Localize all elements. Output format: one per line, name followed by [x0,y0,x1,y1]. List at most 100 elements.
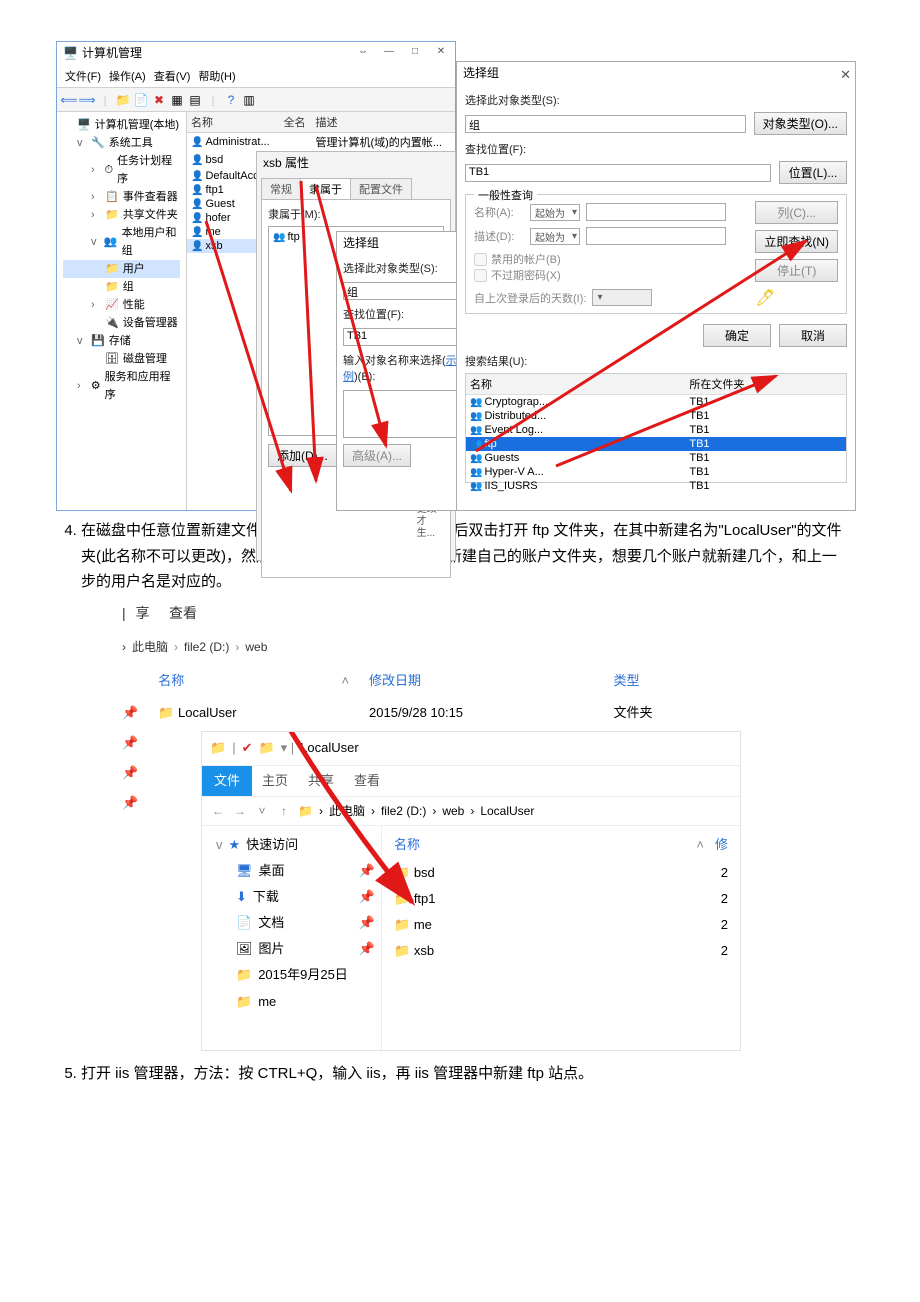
tree-event-viewer[interactable]: ›📋 事件查看器 [63,188,180,206]
delete-icon[interactable]: ✖ [151,92,167,108]
object-types-button[interactable]: 对象类型(O)... [754,112,847,135]
col-right[interactable]: 修 [708,830,732,860]
crumb-root[interactable]: 此电脑 [132,637,168,657]
crumb-d[interactable]: file2 (D:) [381,801,426,821]
obj-type-field[interactable]: 组 [343,282,459,300]
folder-row[interactable]: 📌 📁 LocalUser 2015/9/28 10:15 文件夹 [112,698,730,728]
tree-performance[interactable]: ›📈 性能 [63,296,180,314]
nav-pictures[interactable]: 🖼 图片 📌 [206,936,377,962]
columns-button[interactable]: 列(C)... [755,201,838,224]
tree-storage[interactable]: v💾 存储 [63,332,180,350]
desc-mode-dropdown[interactable]: 起始为 [530,228,580,245]
menu-help[interactable]: 帮助(H) [198,68,235,84]
tab-share-partial[interactable]: 享 [136,605,150,621]
list-icon[interactable]: ▦ [169,92,185,108]
tab-file[interactable]: 文件 [202,766,252,796]
folder-row[interactable]: 📁 ftp12 [390,886,732,912]
tree-device-manager[interactable]: 🔌 设备管理器 [63,314,180,332]
nav-downloads[interactable]: ⬇ 下载 📌 [206,884,377,910]
tab-share[interactable]: 共享 [298,766,344,796]
locations-button[interactable]: 位置(L)... [779,161,847,184]
cancel-button[interactable]: 取消 [779,324,847,347]
ok-button[interactable]: 确定 [703,324,771,347]
obj-type-field[interactable]: 组 [465,115,746,133]
menu-action[interactable]: 操作(A) [109,68,146,84]
tree-root[interactable]: 🖥️ 计算机管理(本地) [63,116,180,134]
crumb-web[interactable]: web [442,801,464,821]
qat-check-icon[interactable]: ✔ [242,737,253,759]
col-name[interactable]: 名称 ˄ [390,830,708,860]
add-button[interactable]: 添加(D)... [268,444,337,467]
quick-access[interactable]: v ★ 快速访问 [206,832,377,858]
tree-shared-folders[interactable]: ›📁 共享文件夹 [63,206,180,224]
col-name[interactable]: 名称 [187,112,279,133]
user-row[interactable]: Administrat...管理计算机(域)的内置帐... [187,133,455,152]
crumb-root[interactable]: 此电脑 [329,801,365,821]
back-icon[interactable]: ← [210,801,226,821]
forward-icon[interactable]: ⟹ [79,92,95,108]
extra-icon[interactable]: ▥ [241,92,257,108]
export-icon[interactable]: ▤ [187,92,203,108]
results-list[interactable]: 名称所在文件夹 Cryptograp...TB1 Distributed...T… [465,373,847,483]
tree-system-tools[interactable]: v🔧 系统工具 [63,134,180,152]
find-now-button[interactable]: 立即查找(N) [755,230,838,253]
close-button[interactable]: ✕ [429,44,453,60]
result-row[interactable]: GuestsTB1 [466,451,846,465]
nav-documents[interactable]: 📄 文档 📌 [206,910,377,936]
result-row[interactable]: Distributed...TB1 [466,409,846,423]
tree-users[interactable]: 📁 用户 [63,260,180,278]
pen-icon[interactable]: 🖊 [755,288,838,308]
menu-view[interactable]: 查看(V) [154,68,191,84]
sheet-icon[interactable]: 📄 [133,92,149,108]
col-folder[interactable]: 所在文件夹 [685,374,846,395]
tab-view[interactable]: 查看 [344,766,390,796]
desc-input[interactable] [586,227,726,245]
example-link[interactable]: 示例 [343,355,457,383]
tree-services-apps[interactable]: ›⚙ 服务和应用程序 [63,368,180,404]
max-button[interactable]: □ [403,44,427,60]
folder-icon[interactable]: 📁 [115,92,131,108]
nav-me[interactable]: 📁 me [206,989,377,1015]
tab-general[interactable]: 常规 [261,178,301,199]
folder-row[interactable]: 📁 me2 [390,912,732,938]
min-button[interactable]: — [377,44,401,60]
close-icon[interactable]: ✕ [840,64,851,86]
crumb-d[interactable]: file2 (D:) [184,637,229,657]
result-row[interactable]: Event Log...TB1 [466,423,846,437]
result-row-selected[interactable]: ftpTB1 [466,437,846,451]
tab-home[interactable]: 主页 [252,766,298,796]
tree-groups[interactable]: 📁 组 [63,278,180,296]
name-input[interactable] [586,203,726,221]
col-name[interactable]: 名称 ˄ [148,664,359,698]
tree-disk-management[interactable]: 🗄 磁盘管理 [63,350,180,368]
result-row[interactable]: IIS_IUSRSTB1 [466,479,846,493]
recent-dropdown-icon[interactable]: ˅ [254,801,270,821]
tab-profile[interactable]: 配置文件 [350,178,412,199]
name-mode-dropdown[interactable]: 起始为 [530,204,580,221]
crumb-localuser[interactable]: LocalUser [480,801,534,821]
col-desc[interactable]: 描述 [311,112,455,133]
breadcrumb[interactable]: › 此电脑› file2 (D:)› web [112,631,730,663]
folder-row[interactable]: 📁 bsd2 [390,860,732,886]
tree-local-users-groups[interactable]: v👥 本地用户和组 [63,224,180,260]
result-row[interactable]: Hyper-V A...TB1 [466,465,846,479]
loc-field[interactable]: TB1 [343,328,459,346]
restore-button[interactable]: ⇔ [351,44,375,60]
folder-row[interactable]: 📁 xsb2 [390,938,732,964]
name-field[interactable] [343,390,459,438]
result-row[interactable]: Cryptograp...TB1 [466,395,846,410]
back-icon[interactable]: ⟸ [61,92,77,108]
advanced-button[interactable]: 高级(A)... [343,444,411,467]
forward-icon[interactable]: → [232,801,248,821]
up-icon[interactable]: ↑ [276,801,292,821]
nav-datefolder[interactable]: 📁 2015年9月25日 [206,962,377,988]
col-name[interactable]: 名称 [466,374,685,395]
nav-desktop[interactable]: 🖥 桌面 📌 [206,858,377,884]
lastlogon-dropdown[interactable] [592,289,652,306]
crumb-web[interactable]: web [245,637,267,657]
tree-task-scheduler[interactable]: ›⏱ 任务计划程序 [63,152,180,188]
help-icon[interactable]: ? [223,92,239,108]
col-date[interactable]: 修改日期 [359,664,603,698]
menu-file[interactable]: 文件(F) [65,68,101,84]
stop-button[interactable]: 停止(T) [755,259,838,282]
